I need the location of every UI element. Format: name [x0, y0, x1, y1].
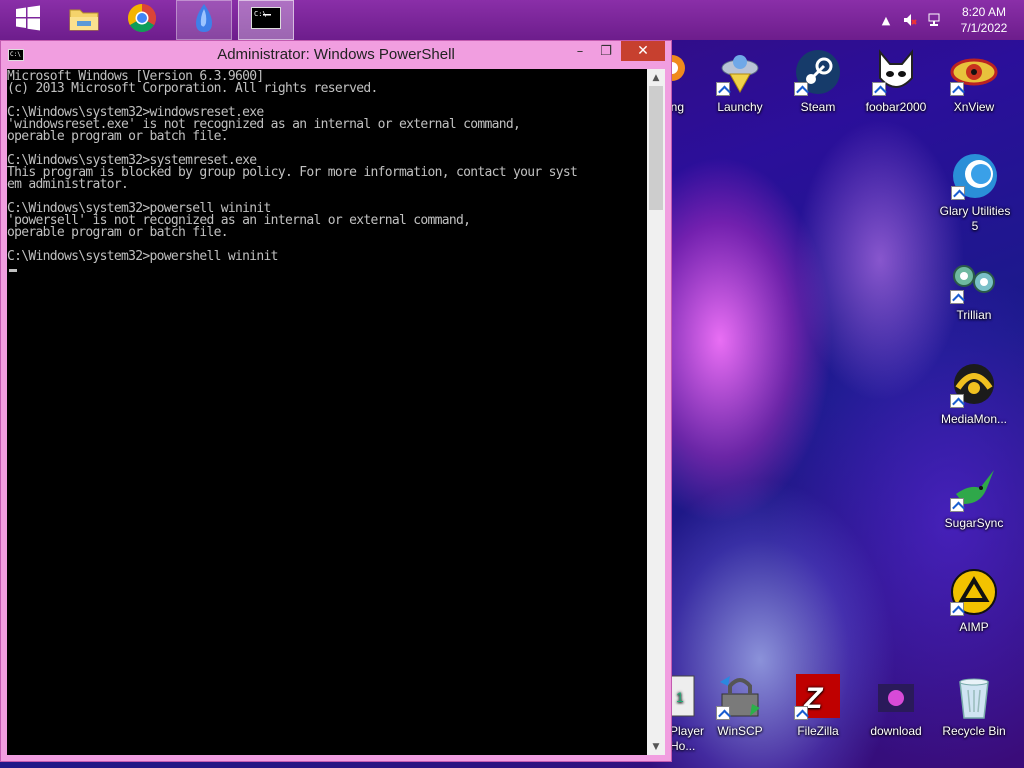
shortcut-arrow-icon	[950, 602, 964, 616]
recycle-bin-icon	[950, 672, 998, 720]
console-icon: C:\	[251, 7, 281, 33]
shortcut-arrow-icon	[716, 706, 730, 720]
trillian-icon	[950, 256, 998, 304]
winscp-icon	[716, 672, 764, 720]
desktop-icon-label: Glary Utilities 5	[939, 204, 1011, 233]
svg-text:1: 1	[676, 689, 684, 705]
shortcut-arrow-icon	[794, 706, 808, 720]
steam-icon	[794, 48, 842, 96]
windows-logo-icon	[15, 5, 41, 35]
console-line: C:\Windows\system32>powershell wininit	[7, 249, 279, 264]
shortcut-arrow-icon	[794, 82, 808, 96]
speaker-muted-icon[interactable]	[900, 10, 920, 30]
filezilla-icon: Z	[794, 672, 842, 720]
clock-date: 7/1/2022	[960, 21, 1008, 35]
start-button[interactable]	[0, 0, 56, 40]
desktop-icon-mediamonkey[interactable]: MediaMon...	[938, 360, 1010, 427]
desktop-icon-glary-utilities[interactable]: Glary Utilities 5	[938, 152, 1012, 234]
desktop-icon-xnview[interactable]: XnView	[938, 48, 1010, 115]
desktop-icon-trillian[interactable]: Trillian	[938, 256, 1010, 323]
aimp-icon	[950, 568, 998, 616]
desktop-icon-aimp[interactable]: AIMP	[938, 568, 1010, 635]
shortcut-arrow-icon	[950, 498, 964, 512]
chrome-icon	[127, 3, 157, 37]
powershell-window: C:\ Administrator: Windows PowerShell – …	[0, 40, 672, 762]
minimize-button[interactable]: –	[567, 41, 593, 61]
vertical-scrollbar[interactable]: ▲ ▼	[647, 69, 665, 755]
desktop-icon-label: Recycle Bin	[942, 724, 1006, 738]
clock-time: 8:20 AM	[961, 5, 1007, 19]
desktop-icon-label: Steam	[800, 100, 836, 114]
launchy-icon	[716, 48, 764, 96]
download-image-icon	[872, 672, 920, 720]
taskbar-console[interactable]: C:\	[238, 0, 294, 40]
scroll-down-arrow-icon[interactable]: ▼	[647, 738, 665, 755]
desktop-icon-filezilla[interactable]: Z FileZilla	[782, 672, 854, 739]
shortcut-arrow-icon	[950, 82, 964, 96]
desktop-icon-label: Trillian	[956, 308, 992, 322]
taskbar-clock[interactable]: 8:20 AM 7/1/2022	[944, 4, 1024, 36]
xnview-icon	[950, 48, 998, 96]
taskbar-chrome[interactable]	[114, 0, 170, 40]
shortcut-arrow-icon	[716, 82, 730, 96]
desktop-icon-label: download	[870, 724, 922, 738]
console-line: em administrator.	[7, 177, 129, 192]
maximize-button[interactable]: ❐	[593, 41, 619, 61]
shortcut-arrow-icon	[872, 82, 886, 96]
mediamonkey-icon	[950, 360, 998, 408]
window-titlebar[interactable]: C:\ Administrator: Windows PowerShell – …	[1, 41, 671, 69]
desktop-icon-steam[interactable]: Steam	[782, 48, 854, 115]
desktop-icon-label: XnView	[953, 100, 995, 114]
blue-crystal-icon	[190, 3, 218, 37]
desktop-icon-label: foobar2000	[865, 100, 927, 114]
show-hidden-icons-button[interactable]: ▲	[876, 10, 896, 30]
desktop-icon-label: FileZilla	[797, 724, 839, 738]
console-text: Microsoft Windows [Version 6.3.9600] (c)…	[7, 69, 647, 275]
scroll-up-arrow-icon[interactable]: ▲	[647, 69, 665, 86]
desktop-icon-label: WinSCP	[717, 724, 763, 738]
desktop-icon-foobar2000[interactable]: foobar2000	[860, 48, 932, 115]
scrollbar-thumb[interactable]	[649, 86, 663, 210]
network-icon[interactable]	[924, 10, 944, 30]
close-button[interactable]: ✕	[621, 41, 665, 61]
taskbar-crystal-app[interactable]	[176, 0, 232, 40]
desktop-icon-winscp[interactable]: WinSCP	[704, 672, 776, 739]
taskbar-file-explorer[interactable]	[56, 0, 112, 40]
desktop-icon-label: SugarSync	[944, 516, 1004, 530]
desktop-icon-download[interactable]: download	[860, 672, 932, 739]
desktop-icon-label: Launchy	[717, 100, 763, 114]
system-tray: ▲ 8:20 AM 7/1/2022	[876, 0, 1024, 40]
foobar2000-icon	[872, 48, 920, 96]
desktop-icon-label: MediaMon...	[940, 412, 1008, 426]
folder-icon	[68, 4, 100, 36]
console-line: (c) 2013 Microsoft Corporation. All righ…	[7, 81, 378, 96]
shortcut-arrow-icon	[950, 394, 964, 408]
desktop-icon-sugarsync[interactable]: SugarSync	[938, 464, 1010, 531]
desktop-icon-label: AIMP	[959, 620, 989, 634]
desktop-icon-launchy[interactable]: Launchy	[704, 48, 776, 115]
glary-utilities-icon	[951, 152, 999, 200]
sugarsync-hummingbird-icon	[950, 464, 998, 512]
console-output[interactable]: Microsoft Windows [Version 6.3.9600] (c)…	[7, 69, 647, 755]
desktop-icon-recycle-bin[interactable]: Recycle Bin	[938, 672, 1010, 739]
console-line: operable program or batch file.	[7, 129, 229, 144]
shortcut-arrow-icon	[951, 186, 965, 200]
console-cursor	[9, 269, 17, 272]
console-line: operable program or batch file.	[7, 225, 229, 240]
shortcut-arrow-icon	[950, 290, 964, 304]
taskbar: C:\ ▲ 8:20 AM 7/1/2022	[0, 0, 1024, 40]
desktop-icon-label: Player Ho...	[670, 724, 705, 753]
